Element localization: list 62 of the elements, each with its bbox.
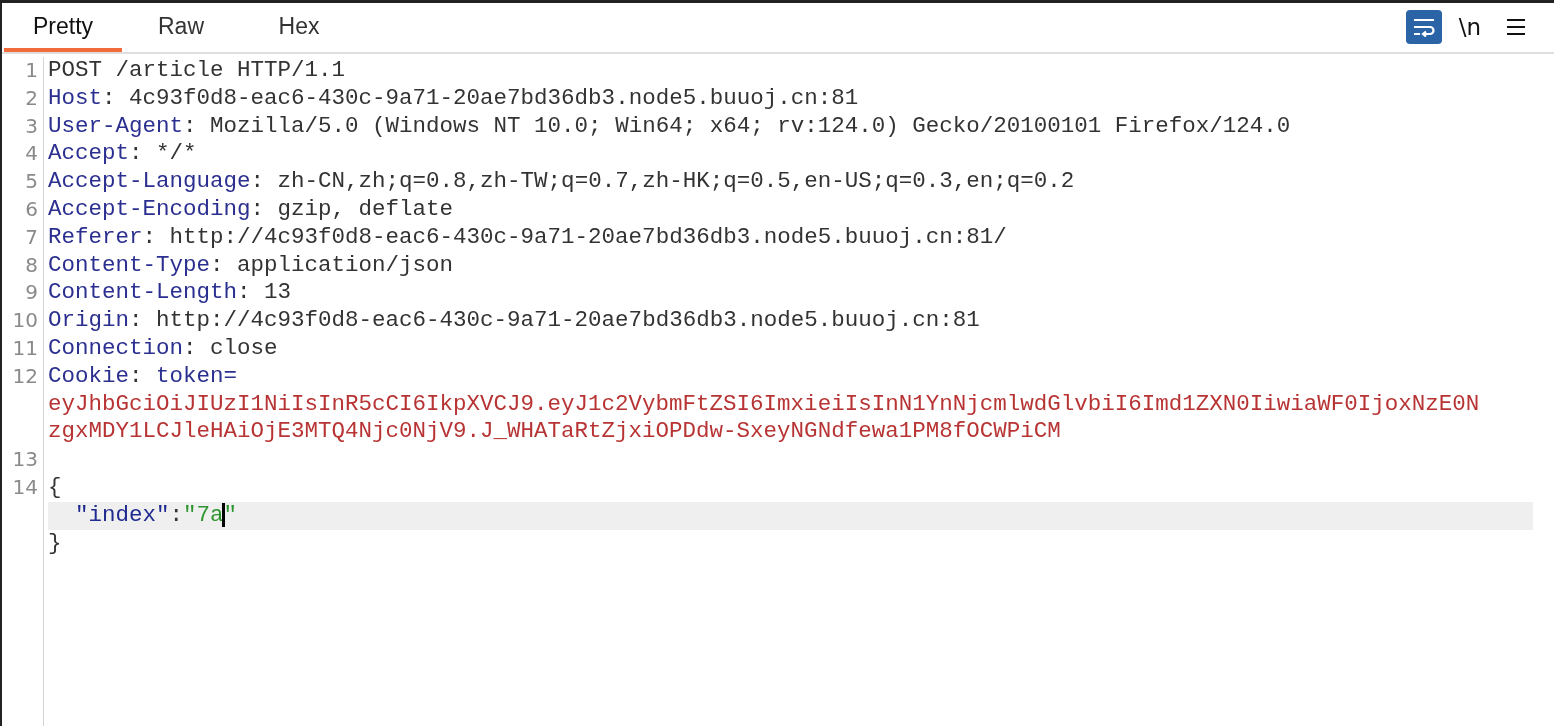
line-number: 10 [12, 308, 38, 333]
header-colon: : [102, 84, 116, 111]
header-value: 13 [264, 279, 292, 306]
header-colon: : [183, 112, 197, 139]
json-value: "7a" [183, 501, 238, 528]
line-number: 4 [25, 141, 38, 166]
header-value: */* [156, 140, 197, 167]
header-colon: : [250, 168, 265, 195]
header-name: Referer [48, 223, 143, 250]
header-colon: : [129, 307, 143, 334]
line-number: 5 [25, 169, 38, 194]
header-colon: : [142, 223, 157, 250]
header-name: Host [48, 84, 102, 111]
request-line: POST /article HTTP/1.1 [48, 57, 346, 83]
header-name: Accept [48, 140, 129, 167]
header-name: Cookie [48, 362, 129, 389]
header-name: Accept-Language [48, 168, 251, 195]
json-brace: } [48, 529, 62, 556]
cookie-name: token= [156, 362, 238, 389]
header-colon: : [129, 362, 143, 389]
line-number: 14 [12, 474, 38, 499]
header-value: zh-CN,zh;q=0.8,zh-TW;q=0.7,zh-HK;q=0.5,en-US;q=0.3,en;q=0.2 [277, 168, 1075, 195]
header-colon: : [250, 196, 265, 222]
newline-toggle[interactable]: \n [1454, 9, 1486, 44]
line-number: 8 [25, 252, 38, 277]
header-value: Mozilla/5.0 (Windows NT 10.0; Win64; x64; rv:124.0) Gecko/20100101 Firefox/124.0 [210, 112, 1291, 139]
line-number: 11 [12, 335, 38, 360]
header-value: 4c93f0d8-eac6-430c-9a71-20ae7bd36db3.node5.buuoj.cn:81 [129, 84, 859, 111]
header-value: close [210, 334, 278, 361]
header-name: Content-Length [48, 279, 238, 306]
json-colon: : [169, 501, 184, 528]
header-value: application/json [237, 251, 454, 278]
header-colon: : [183, 334, 197, 361]
tab[interactable]: Raw [122, 3, 240, 52]
header-name: Content-Type [48, 251, 211, 278]
header-name: Origin [48, 307, 129, 334]
line-number: 1 [25, 58, 38, 82]
json-key: "index" [75, 501, 170, 528]
header-name: Connection [48, 334, 184, 361]
header-value: http://4c93f0d8-eac6-430c-9a71-20ae7bd36db3.node5.buuoj.cn:81/ [169, 223, 1007, 250]
tab[interactable]: Pretty [4, 3, 122, 52]
line-number: 13 [12, 447, 38, 472]
header-colon: : [129, 140, 143, 167]
line-number: 7 [25, 224, 38, 249]
cookie-value: zgxMDY1LCJleHAiOjE3MTQ4Njc0NjV9.J_WHATaRtZjxiOPDdw-SxeyNGNdfewa1PM8fOCWPiCM [48, 418, 1061, 445]
header-value: http://4c93f0d8-eac6-430c-9a71-20ae7bd36db3.node5.buuoj.cn:81 [156, 307, 980, 334]
header-colon: : [210, 251, 224, 278]
line-number: 3 [25, 113, 38, 138]
line-number: 6 [25, 197, 38, 221]
wrap-icon [1412, 16, 1436, 37]
tab[interactable]: Hex [240, 3, 358, 52]
header-value: gzip, deflate [277, 196, 454, 222]
header-name: Accept-Encoding [48, 196, 251, 222]
cookie-value: eyJhbGciOiJIUzI1NiIsInR5cCI6IkpXVCJ9.eyJ1c2VybmFtZSI6ImxieiIsInN1YnNjcmlwdGlvbiI6Imd1ZXN0IiwiaWF0IjoxNzE0N [48, 390, 1480, 417]
header-name: User-Agent [48, 112, 184, 139]
menu-icon [1506, 17, 1526, 36]
line-number: 2 [25, 85, 38, 110]
word-wrap-toggle[interactable] [1406, 9, 1442, 44]
line-number: 12 [12, 363, 38, 388]
line-number: 9 [25, 280, 38, 305]
header-colon: : [237, 279, 251, 306]
json-brace: { [48, 473, 62, 500]
